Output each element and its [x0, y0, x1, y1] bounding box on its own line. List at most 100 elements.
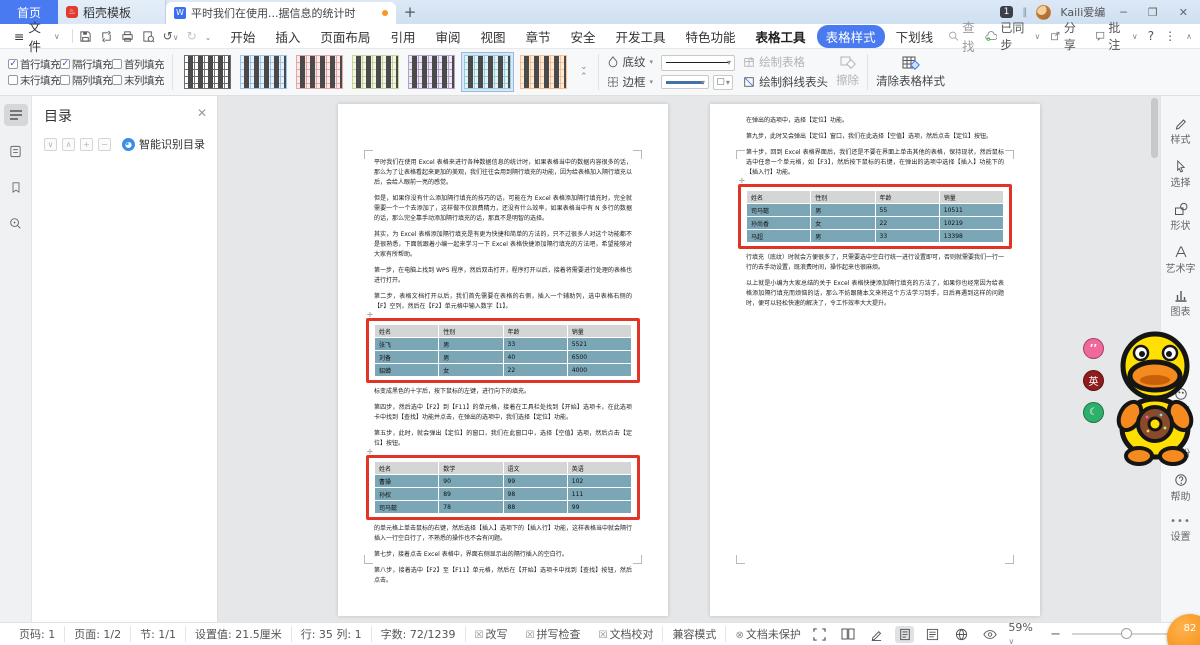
toc-plus-button[interactable]: +: [80, 137, 93, 151]
window-count-badge[interactable]: 1: [999, 6, 1014, 18]
status-page-count[interactable]: 页面: 1/2: [64, 626, 130, 642]
menu-item-表格工具[interactable]: 表格工具: [747, 25, 815, 48]
checkbox-隔行填充[interactable]: ✓ 隔行填充: [60, 57, 113, 72]
share-button[interactable]: 分享: [1050, 19, 1085, 53]
line-style-combobox[interactable]: ▾: [661, 54, 736, 71]
menu-item-引用[interactable]: 引用: [381, 25, 424, 48]
minimize-button[interactable]: ─: [1114, 6, 1133, 19]
status-setting[interactable]: 设置值: 21.5厘米: [185, 626, 291, 642]
web-view-button[interactable]: [952, 626, 971, 643]
protection-status[interactable]: ⊗ 文档未保护: [725, 626, 809, 642]
sync-status-button[interactable]: 已同步 ∨: [985, 19, 1040, 53]
outline-view-button[interactable]: [923, 626, 942, 643]
avatar[interactable]: [1036, 4, 1052, 20]
help-button[interactable]: ?: [1148, 29, 1154, 43]
toc-collapse-button[interactable]: ∧: [62, 137, 75, 151]
toc-panel-button[interactable]: [3, 104, 28, 126]
notes-panel-button[interactable]: [4, 140, 28, 162]
search-panel-button[interactable]: [4, 212, 28, 234]
eraser-button[interactable]: 擦除: [836, 56, 859, 88]
table-style-blue[interactable]: [237, 52, 290, 92]
document-canvas[interactable]: 平时我们在使用 Excel 表格来进行各种数据信息的统计时，如果表格当中的数据内…: [218, 96, 1160, 622]
help-tool[interactable]: 帮助: [1171, 473, 1191, 503]
book-view-button[interactable]: [838, 626, 857, 643]
zoom-slider-knob[interactable]: [1120, 628, 1132, 639]
proofread-toggle[interactable]: ☒ 文档校对: [589, 626, 662, 642]
duck-mascot-widget[interactable]: ’’ 英 ☾: [1083, 328, 1200, 468]
english-badge[interactable]: 英: [1083, 370, 1104, 391]
more-quick-icon[interactable]: ⌄: [205, 29, 212, 43]
zoom-out-button[interactable]: −: [1050, 627, 1061, 642]
more-menu-button[interactable]: ⋮: [1164, 29, 1176, 43]
styles-tool[interactable]: 样式: [1171, 116, 1191, 146]
menu-item-开发工具[interactable]: 开发工具: [607, 25, 675, 48]
new-tab-button[interactable]: +: [396, 0, 424, 24]
user-name[interactable]: Kaili爱编: [1060, 4, 1105, 20]
page-2[interactable]: 在弹出的选项中，选择【定位】功能。 第九步，此时又会弹出【定位】窗口，我们在此选择…: [710, 104, 1040, 616]
ink-mode-button[interactable]: [867, 626, 886, 643]
vertical-scrollbar[interactable]: [1151, 98, 1158, 158]
menu-item-审阅[interactable]: 审阅: [426, 25, 469, 48]
zoom-level[interactable]: 59% ∨: [1008, 621, 1041, 645]
file-menu-button[interactable]: ≡ 文件 ∨: [8, 17, 66, 55]
undo-button[interactable]: ↺∨: [163, 29, 179, 43]
draw-diagonal-button[interactable]: 绘制斜线表头: [743, 74, 828, 90]
compat-mode[interactable]: 兼容模式: [662, 626, 725, 642]
page-1[interactable]: 平时我们在使用 Excel 表格来进行各种数据信息的统计时，如果表格当中的数据内…: [338, 104, 668, 616]
status-word-count[interactable]: 字数: 72/1239: [370, 626, 465, 642]
toc-close-icon[interactable]: ✕: [197, 106, 207, 120]
bookmark-panel-button[interactable]: [4, 176, 28, 198]
page-view-button[interactable]: [894, 625, 915, 643]
border-color-button[interactable]: ▢ ▾: [713, 74, 734, 90]
print-button[interactable]: [121, 30, 134, 43]
shapes-tool[interactable]: 形状: [1171, 202, 1191, 232]
window-list-icon[interactable]: ‖: [1022, 7, 1027, 18]
toc-expand-button[interactable]: ∨: [44, 137, 57, 151]
clear-table-style-button[interactable]: 清除表格样式: [876, 56, 945, 89]
checkbox-末列填充[interactable]: 末列填充: [112, 73, 165, 88]
menu-item-章节[interactable]: 章节: [516, 25, 559, 48]
comment-button[interactable]: 批注 ∨: [1095, 19, 1138, 53]
close-button[interactable]: ✕: [1173, 6, 1194, 19]
document-table[interactable]: 姓名数学语文英语曹操9099102孙权8998111司马懿788899: [373, 461, 633, 514]
spellcheck-toggle[interactable]: ☒ 拼写检查: [517, 626, 590, 642]
table-style-purple[interactable]: [405, 52, 458, 92]
menu-item-页面布局[interactable]: 页面布局: [311, 25, 379, 48]
draw-table-button[interactable]: 绘制表格: [743, 54, 828, 70]
export-pdf-button[interactable]: [100, 30, 113, 43]
restore-button[interactable]: ❐: [1142, 6, 1164, 19]
menu-item-插入[interactable]: 插入: [266, 25, 309, 48]
table-style-plain[interactable]: [181, 52, 234, 92]
menu-item-开始[interactable]: 开始: [221, 25, 264, 48]
tab-document[interactable]: W 平时我们在使用...据信息的统计时: [166, 2, 396, 24]
fullscreen-view-button[interactable]: [810, 626, 829, 643]
moon-badge[interactable]: ☾: [1083, 402, 1104, 423]
menu-item-特色功能[interactable]: 特色功能: [677, 25, 745, 48]
gallery-more-button[interactable]: ⌄ ⌃: [578, 62, 590, 82]
collapse-ribbon-button[interactable]: ∧: [1186, 32, 1192, 41]
redo-button[interactable]: ↻: [187, 29, 197, 43]
checkbox-首列填充[interactable]: 首列填充: [112, 57, 165, 72]
table-style-green[interactable]: [349, 52, 402, 92]
menu-item-下划线[interactable]: 下划线: [887, 25, 943, 48]
tab-template[interactable]: ♨ 稻壳模板: [58, 0, 166, 24]
settings-tool[interactable]: ••• 设置: [1170, 516, 1191, 543]
save-button[interactable]: [79, 30, 92, 43]
select-tool[interactable]: 选择: [1171, 159, 1191, 189]
shading-button[interactable]: 底纹 ▾: [607, 54, 653, 70]
checkbox-首行填充[interactable]: ✓ 首行填充: [8, 57, 61, 72]
print-preview-button[interactable]: [142, 30, 155, 43]
menu-item-视图[interactable]: 视图: [471, 25, 514, 48]
checkbox-末行填充[interactable]: 末行填充: [8, 73, 61, 88]
document-table[interactable]: 姓名性别年龄销量司马懿男5510511孙尚香女2210219马超男3313398: [745, 190, 1005, 243]
document-table[interactable]: 姓名性别年龄销量张飞男335521刘备男406500貂蝉女224000: [373, 324, 633, 377]
border-button[interactable]: 边框 ▾: [607, 74, 653, 90]
chart-tool[interactable]: 图表: [1171, 288, 1191, 318]
wordart-tool[interactable]: 艺术字: [1166, 245, 1196, 275]
table-style-teal[interactable]: [461, 52, 514, 92]
toc-minus-button[interactable]: −: [98, 137, 111, 151]
line-width-combobox[interactable]: ▾: [661, 75, 710, 89]
overwrite-toggle[interactable]: ☒ 改写: [464, 626, 517, 642]
smart-toc-button[interactable]: ◕ 智能识别目录: [122, 136, 205, 152]
menu-item-安全[interactable]: 安全: [562, 25, 605, 48]
